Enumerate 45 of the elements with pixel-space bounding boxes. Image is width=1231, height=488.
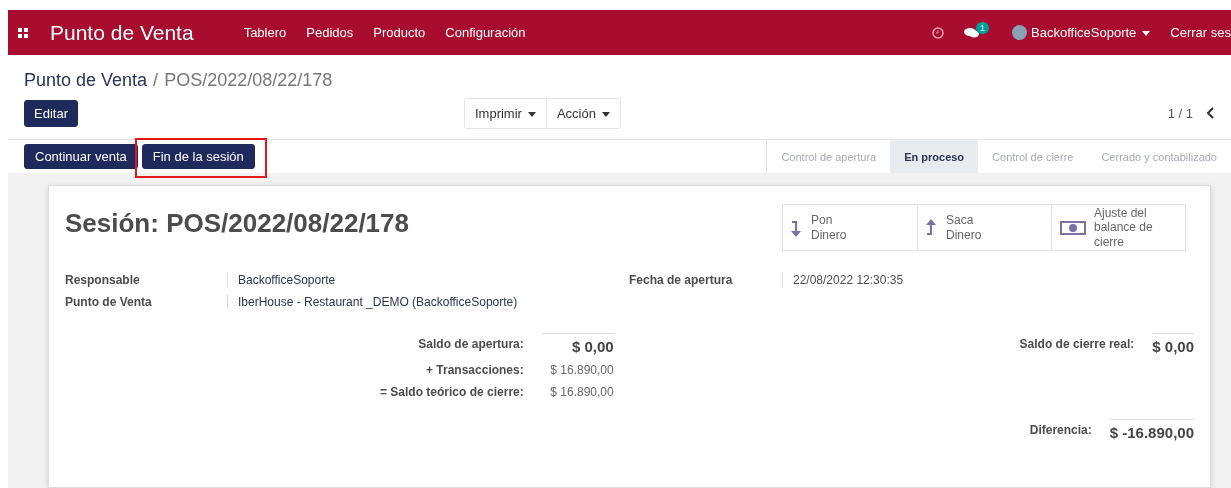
pager-text: 1 / 1 [1167, 105, 1193, 121]
dropdown-button[interactable]: Acción [545, 98, 620, 128]
amount-value: $ 16.890,00 [549, 363, 614, 378]
app-title: Punto de Venta [50, 20, 194, 45]
menu-item[interactable]: Producto [373, 25, 426, 40]
apps-grid-icon[interactable] [18, 27, 28, 38]
session-title: Sesión: POS/2022/08/22/178 [65, 208, 409, 240]
status-stage[interactable]: En proceso [890, 140, 979, 173]
menu-item[interactable]: Configuración [445, 25, 526, 40]
breadcrumb-separator: / [153, 70, 159, 91]
caret-down-icon [601, 111, 610, 117]
user-menu[interactable]: BackofficeSoporte [1031, 25, 1151, 40]
amount-label: Saldo de cierre real: [1019, 337, 1135, 352]
amount-label: = Saldo teórico de cierre: [380, 385, 524, 400]
action-button[interactable]: Continuar venta [24, 144, 138, 169]
chevron-left-icon[interactable] [1207, 107, 1215, 119]
amount-value: $ 0,00 [541, 333, 614, 356]
user-avatar [1012, 25, 1028, 40]
field-link[interactable]: BackofficeSoporte [227, 273, 629, 288]
message-count-badge: 1 [976, 21, 990, 34]
amount-value: $ 0,00 [1152, 333, 1194, 356]
menu-item[interactable]: Pedidos [306, 25, 354, 40]
amount-label: + Transacciones: [425, 363, 524, 378]
amount-label: Diferencia: [1029, 423, 1092, 438]
field-value: 22/08/2022 12:30:35 [782, 273, 1029, 288]
clock-icon[interactable] [932, 26, 945, 39]
field-label: Fecha de apertura [629, 273, 734, 288]
arrow-down-icon [791, 218, 803, 237]
logout-link[interactable]: Cerrar ses [1170, 25, 1231, 40]
edit-button[interactable]: Editar [24, 99, 78, 127]
field-link[interactable]: IberHouse - Restaurant _DEMO (BackofficeSoporte) [227, 295, 629, 310]
action-button[interactable]: Fin de la sesión [141, 144, 255, 169]
field-label: Punto de Venta [65, 295, 153, 310]
breadcrumb-link[interactable]: Punto de Venta [24, 70, 148, 91]
chat-icon[interactable] [964, 26, 981, 39]
field-label: Responsable [65, 273, 141, 288]
caret-down-icon [527, 111, 536, 117]
amount-value: $ -16.890,00 [1109, 419, 1194, 442]
menu-item[interactable]: Tablero [243, 25, 287, 40]
amount-label: Saldo de apertura: [417, 337, 524, 352]
banknote-icon [1060, 220, 1086, 235]
breadcrumb-current: POS/2022/08/22/178 [164, 70, 333, 91]
caret-down-icon [1142, 31, 1151, 37]
amount-value: $ 16.890,00 [549, 385, 614, 400]
arrow-up-icon [926, 218, 938, 237]
